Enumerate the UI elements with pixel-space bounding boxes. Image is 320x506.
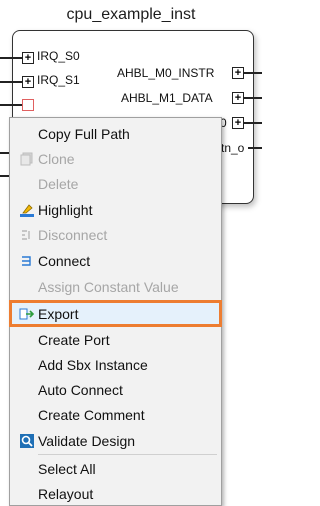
- port-line-ahbl-m0-instr: [244, 72, 262, 74]
- port-line-partial-0: [244, 122, 262, 124]
- menu-item-assign-constant-value: Assign Constant Value: [38, 278, 179, 295]
- menu-item-add-sbx-instance[interactable]: Add Sbx Instance: [10, 352, 221, 377]
- port-line-irq-s1: [0, 81, 22, 83]
- highlight-icon: [19, 202, 35, 218]
- port-box-irq-s1[interactable]: +: [22, 76, 34, 88]
- menu-item-relayout[interactable]: Relayout: [10, 481, 221, 506]
- menu-item-select-all[interactable]: Select All: [10, 456, 221, 481]
- menu-item-copy-full-path[interactable]: Copy Full Path: [10, 121, 221, 146]
- port-line-left-4: [0, 152, 9, 154]
- menu-separator-2: [38, 454, 217, 455]
- port-box-jtag[interactable]: [22, 99, 34, 111]
- port-label-irq-s0: IRQ_S0: [37, 49, 80, 63]
- port-line-irq-s0: [0, 57, 22, 59]
- port-box-ahbl-m0-instr[interactable]: +: [232, 67, 244, 79]
- menu-item-export[interactable]: Export: [9, 300, 222, 327]
- port-label-irq-s1: IRQ_S1: [37, 73, 80, 87]
- port-box-partial-0[interactable]: +: [232, 117, 244, 129]
- port-line-jtag: [0, 104, 22, 106]
- menu-item-create-port[interactable]: Create Port: [10, 327, 221, 352]
- validate-icon: [19, 433, 35, 449]
- menu-item-auto-connect[interactable]: Auto Connect: [10, 377, 221, 402]
- menu-item-disconnect: Disconnect: [10, 222, 221, 247]
- clone-icon: [19, 151, 35, 167]
- menu-item-create-comment[interactable]: Create Comment: [10, 402, 221, 427]
- port-line-ahbl-m1-data: [244, 97, 262, 99]
- menu-item-connect[interactable]: Connect: [10, 248, 221, 273]
- export-icon: [19, 306, 35, 322]
- block-title: cpu_example_inst: [66, 6, 196, 23]
- menu-item-delete: Delete: [38, 175, 79, 192]
- port-line-partial-tn: [248, 147, 262, 149]
- menu-item-validate-design[interactable]: Validate Design: [10, 428, 221, 453]
- port-label-ahbl-m1-data: AHBL_M1_DATA: [121, 91, 213, 105]
- disconnect-icon: [19, 227, 35, 243]
- port-box-irq-s0[interactable]: +: [22, 52, 34, 64]
- menu-item-clone: Clone: [10, 146, 221, 171]
- context-menu: Copy Full Path Clone Delete Highlight Di…: [9, 117, 222, 506]
- menu-item-highlight[interactable]: Highlight: [10, 197, 221, 222]
- port-box-ahbl-m1-data[interactable]: +: [232, 92, 244, 104]
- port-line-left-5: [0, 175, 9, 177]
- connect-icon: [19, 253, 35, 269]
- port-label-partial-tn: tn_o: [221, 141, 245, 155]
- port-label-ahbl-m0-instr: AHBL_M0_INSTR: [117, 66, 215, 80]
